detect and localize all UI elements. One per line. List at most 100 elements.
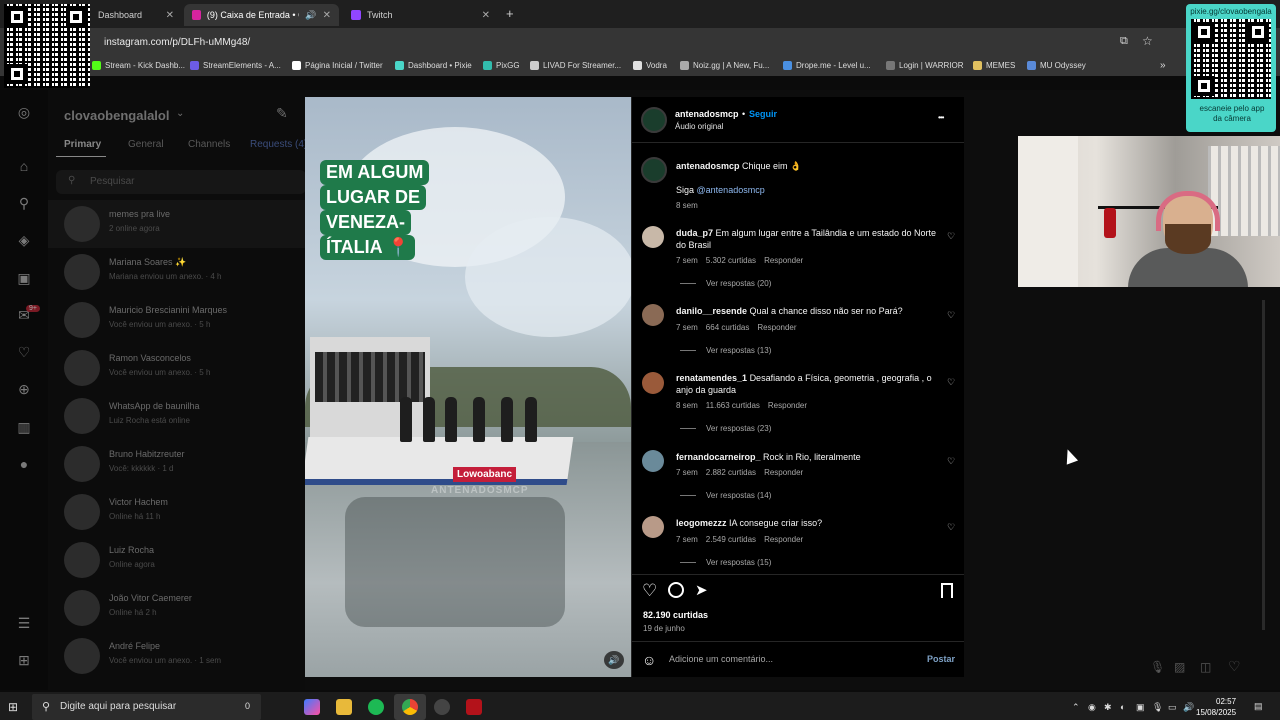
comment-input[interactable]: Adicione um comentário... [669, 654, 773, 664]
like-comment-icon[interactable]: ♡ [946, 310, 956, 320]
total-likes[interactable]: 82.190 curtidas [643, 610, 708, 620]
like-comment-icon[interactable]: ♡ [946, 456, 956, 466]
taskbar-search-input[interactable]: Digite aqui para pesquisar [32, 694, 261, 720]
commenter-avatar[interactable] [642, 304, 664, 326]
app-icon[interactable] [466, 699, 482, 715]
bluetooth-icon[interactable]: ✱ [1104, 702, 1112, 713]
bookmark-star-icon[interactable]: ☆ [1142, 34, 1153, 48]
network-icon[interactable]: ▭ [1168, 702, 1177, 713]
bookmark-livad[interactable]: LIVAD For Streamer... [530, 61, 621, 70]
close-tab-icon[interactable]: ✕ [482, 10, 490, 21]
home-icon[interactable]: ⌂ [16, 158, 32, 174]
volume-icon[interactable]: 🔊 [1183, 702, 1194, 713]
view-replies-button[interactable]: Ver respostas (13) [680, 346, 771, 355]
bookmark-pixgg[interactable]: PixGG [483, 61, 520, 70]
tab-instagram[interactable]: (9) Caixa de Entrada • Conv 🔊 ✕ [184, 4, 339, 26]
bookmark-memes[interactable]: MEMES [973, 61, 1015, 70]
conversation-item[interactable]: André Felipe Você enviou um anexo. · 1 se… [48, 632, 305, 680]
url-field[interactable]: instagram.com/p/DLFh-uMMg48/ [96, 34, 1136, 52]
post-comment-button[interactable]: Postar [927, 654, 955, 664]
image-icon[interactable]: ▨ [1174, 660, 1185, 674]
like-comment-icon[interactable]: ♡ [946, 231, 956, 241]
file-explorer-icon[interactable] [336, 699, 352, 715]
save-bookmark-icon[interactable] [941, 583, 953, 598]
obs-icon[interactable] [434, 699, 450, 715]
chevron-down-icon[interactable]: ⌄ [176, 108, 184, 119]
view-replies-button[interactable]: Ver respostas (14) [680, 491, 771, 500]
bookmark-streamelements[interactable]: StreamElements - A... [190, 61, 281, 70]
reels-icon[interactable]: ▣ [16, 270, 32, 286]
speaker-icon[interactable]: 🔊 [305, 10, 316, 21]
heart-icon[interactable]: ♡ [16, 344, 32, 360]
author-avatar[interactable] [641, 107, 667, 133]
sticker-icon[interactable]: ◫ [1200, 660, 1211, 674]
windows-start-icon[interactable]: ⊞ [8, 700, 18, 714]
new-message-icon[interactable]: ✎ [276, 105, 288, 122]
dashboard-icon[interactable]: ▥ [16, 419, 32, 435]
dm-username[interactable]: clovaobengalalol [64, 108, 169, 123]
commenter-avatar[interactable] [642, 516, 664, 538]
like-comment-icon[interactable]: ♡ [946, 377, 956, 387]
search-icon[interactable]: ⚲ [16, 195, 32, 211]
bookmark-drope[interactable]: Drope.me - Level u... [783, 61, 871, 70]
microphone-icon[interactable]: 🎙 [1150, 660, 1165, 674]
conversation-item[interactable]: Victor Hachem Online há 11 h [48, 488, 305, 536]
view-replies-button[interactable]: Ver respostas (23) [680, 424, 771, 433]
new-tab-button[interactable]: + [506, 6, 514, 21]
spotify-icon[interactable] [368, 699, 384, 715]
menu-icon[interactable]: ☰ [16, 615, 32, 631]
conversation-item[interactable]: memes pra live 2 online agora [48, 200, 305, 248]
reply-button[interactable]: Responder [764, 468, 803, 477]
create-icon[interactable]: ⊕ [16, 381, 32, 397]
meta-apps-icon[interactable]: ⊞ [16, 652, 32, 668]
instagram-logo-icon[interactable]: ◎ [16, 104, 32, 120]
bookmark-twitter[interactable]: Página Inicial / Twitter [292, 61, 383, 70]
copilot-icon[interactable] [304, 699, 320, 715]
heart-icon[interactable]: ♡ [1228, 658, 1241, 675]
follow-button[interactable]: Seguir [749, 109, 777, 119]
tray-app-icon[interactable]: ◐ [1120, 702, 1125, 712]
profile-avatar-icon[interactable]: ● [16, 456, 32, 472]
reply-button[interactable]: Responder [768, 401, 807, 410]
comment-likes[interactable]: 664 curtidas [706, 323, 750, 332]
tab-dashboard[interactable]: Dashboard ✕ [90, 4, 182, 26]
more-bookmarks-icon[interactable]: » [1160, 60, 1166, 71]
conversation-item[interactable]: Bruno Habitzreuter Você: kkkkkk · 1 d [48, 440, 305, 488]
view-replies-button[interactable]: Ver respostas (15) [680, 558, 771, 567]
conversation-item[interactable]: Ramon Vasconcelos Você enviou um anexo. ·… [48, 344, 305, 392]
tab-channels[interactable]: Channels [188, 139, 230, 150]
comment-likes[interactable]: 2.882 curtidas [706, 468, 756, 477]
chrome-icon[interactable] [402, 699, 418, 715]
conversation-item[interactable]: Mauricio Brescianini Marques Você enviou … [48, 296, 305, 344]
like-icon[interactable]: ♡ [642, 581, 657, 601]
commenter-username[interactable]: danilo__resende [676, 306, 747, 316]
commenter-username[interactable]: renatamendes_1 [676, 373, 747, 383]
conversation-item[interactable]: WhatsApp de baunilha Luiz Rocha está onli… [48, 392, 305, 440]
conversation-item[interactable]: João Vitor Caemerer Online há 2 h [48, 584, 305, 632]
commenter-avatar[interactable] [642, 450, 664, 472]
tab-general[interactable]: General [128, 139, 164, 150]
comment-likes[interactable]: 2.549 curtidas [706, 535, 756, 544]
more-options-icon[interactable]: ••• [938, 113, 944, 122]
commenter-username[interactable]: leogomezzz [676, 518, 727, 528]
like-comment-icon[interactable]: ♡ [946, 522, 956, 532]
chevron-up-icon[interactable]: ⌃ [1072, 702, 1080, 713]
notifications-icon[interactable]: ▤ [1254, 701, 1263, 712]
bookmark-noiz[interactable]: Noiz.gg | A New, Fu... [680, 61, 769, 70]
reply-button[interactable]: Responder [757, 323, 796, 332]
tray-app-icon[interactable]: ▣ [1136, 702, 1145, 713]
bookmark-mu-odyssey[interactable]: MU Odyssey [1027, 61, 1086, 70]
commenter-username[interactable]: fernandocarneirop_ [676, 452, 761, 462]
mention-link[interactable]: @antenadosmcp [697, 185, 765, 195]
bookmark-pixie[interactable]: Dashboard • Pixie [395, 61, 472, 70]
caption-username[interactable]: antenadosmcp [676, 161, 740, 171]
commenter-username[interactable]: duda_p7 [676, 228, 713, 238]
install-app-icon[interactable]: ⧉ [1120, 35, 1128, 48]
page-scrollbar[interactable] [1262, 300, 1265, 630]
tab-requests[interactable]: Requests (4) [250, 139, 307, 150]
microphone-icon[interactable]: 🎙 [1152, 702, 1163, 713]
close-tab-icon[interactable]: ✕ [166, 10, 174, 21]
tab-twitch[interactable]: Twitch ✕ [343, 4, 498, 26]
reply-button[interactable]: Responder [764, 535, 803, 544]
view-replies-button[interactable]: Ver respostas (20) [680, 279, 771, 288]
